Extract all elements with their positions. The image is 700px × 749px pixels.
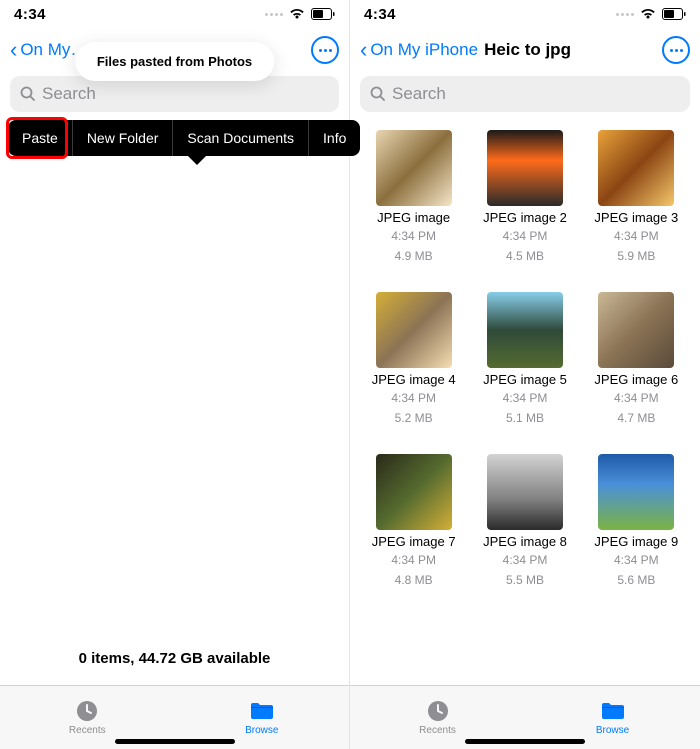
status-time: 4:34: [364, 6, 396, 23]
file-name: JPEG image 7: [372, 534, 456, 549]
file-item[interactable]: JPEG image 4 4:34 PM 5.2 MB: [362, 292, 465, 426]
context-info[interactable]: Info: [309, 120, 360, 156]
context-scan-documents[interactable]: Scan Documents: [173, 120, 309, 156]
file-item[interactable]: JPEG image 8 4:34 PM 5.5 MB: [473, 454, 576, 588]
file-name: JPEG image 9: [594, 534, 678, 549]
home-indicator[interactable]: [465, 739, 585, 744]
file-thumbnail: [376, 130, 452, 206]
file-thumbnail: [487, 292, 563, 368]
chevron-left-icon: ‹: [10, 39, 17, 61]
context-menu-arrow-icon: [188, 156, 206, 165]
tab-label: Browse: [245, 725, 278, 736]
search-input[interactable]: [42, 84, 329, 104]
wifi-icon: [640, 8, 656, 20]
search-input[interactable]: [392, 84, 680, 104]
nav-title: Heic to jpg: [484, 40, 571, 60]
file-size: 5.9 MB: [617, 249, 655, 265]
toast-notification: Files pasted from Photos: [75, 42, 274, 81]
folder-content[interactable]: JPEG image 4:34 PM 4.9 MB JPEG image 2 4:34 …: [350, 120, 700, 685]
context-new-folder[interactable]: New Folder: [73, 120, 174, 156]
back-button[interactable]: ‹ On My iPhone: [360, 39, 478, 61]
status-time: 4:34: [14, 6, 46, 23]
file-size: 5.5 MB: [506, 573, 544, 589]
file-time: 4:34 PM: [503, 553, 548, 569]
file-name: JPEG image 2: [483, 210, 567, 225]
file-item[interactable]: JPEG image 7 4:34 PM 4.8 MB: [362, 454, 465, 588]
file-size: 4.7 MB: [617, 411, 655, 427]
status-bar: 4:34: [350, 0, 700, 28]
file-thumbnail: [376, 454, 452, 530]
file-item[interactable]: JPEG image 3 4:34 PM 5.9 MB: [585, 130, 688, 264]
home-indicator[interactable]: [115, 739, 235, 744]
tab-label: Browse: [596, 725, 629, 736]
context-menu: Paste New Folder Scan Documents Info: [8, 120, 360, 156]
file-time: 4:34 PM: [614, 553, 659, 569]
battery-icon: [662, 8, 686, 20]
file-time: 4:34 PM: [391, 229, 436, 245]
ellipsis-icon: [319, 49, 332, 52]
file-size: 5.6 MB: [617, 573, 655, 589]
back-label: On My iPhone: [370, 40, 478, 60]
file-item[interactable]: JPEG image 4:34 PM 4.9 MB: [362, 130, 465, 264]
file-thumbnail: [487, 454, 563, 530]
battery-icon: [311, 8, 335, 20]
wifi-icon: [289, 8, 305, 20]
status-icons: [616, 8, 686, 20]
file-item[interactable]: JPEG image 5 4:34 PM 5.1 MB: [473, 292, 576, 426]
nav-bar: ‹ On My iPhone Heic to jpg: [350, 28, 700, 72]
file-size: 4.5 MB: [506, 249, 544, 265]
file-name: JPEG image: [377, 210, 450, 225]
status-bar: 4:34: [0, 0, 349, 28]
folder-content-empty[interactable]: 0 items, 44.72 GB available: [0, 120, 349, 685]
file-size: 5.1 MB: [506, 411, 544, 427]
file-item[interactable]: JPEG image 2 4:34 PM 4.5 MB: [473, 130, 576, 264]
file-time: 4:34 PM: [503, 391, 548, 407]
file-time: 4:34 PM: [503, 229, 548, 245]
clock-icon: [75, 699, 99, 723]
file-name: JPEG image 5: [483, 372, 567, 387]
chevron-left-icon: ‹: [360, 39, 367, 61]
file-item[interactable]: JPEG image 6 4:34 PM 4.7 MB: [585, 292, 688, 426]
file-thumbnail: [598, 454, 674, 530]
file-time: 4:34 PM: [391, 391, 436, 407]
file-name: JPEG image 3: [594, 210, 678, 225]
search-icon: [370, 86, 386, 102]
search-icon: [20, 86, 36, 102]
file-name: JPEG image 4: [372, 372, 456, 387]
folder-icon: [249, 699, 275, 723]
more-button[interactable]: [662, 36, 690, 64]
phone-right: 4:34 ‹ On My iPhone Heic to jpg JPEG ima…: [350, 0, 700, 749]
file-time: 4:34 PM: [391, 553, 436, 569]
status-icons: [265, 8, 335, 20]
clock-icon: [426, 699, 450, 723]
file-time: 4:34 PM: [614, 391, 659, 407]
file-size: 4.8 MB: [395, 573, 433, 589]
file-size: 5.2 MB: [395, 411, 433, 427]
file-thumbnail: [598, 130, 674, 206]
file-thumbnail: [376, 292, 452, 368]
tab-label: Recents: [419, 725, 456, 736]
file-item[interactable]: JPEG image 9 4:34 PM 5.6 MB: [585, 454, 688, 588]
file-name: JPEG image 8: [483, 534, 567, 549]
file-thumbnail: [487, 130, 563, 206]
context-paste[interactable]: Paste: [8, 120, 73, 156]
folder-icon: [600, 699, 626, 723]
file-time: 4:34 PM: [614, 229, 659, 245]
storage-status: 0 items, 44.72 GB available: [0, 636, 349, 681]
tab-label: Recents: [69, 725, 106, 736]
ellipsis-icon: [670, 49, 683, 52]
search-bar[interactable]: [10, 76, 339, 112]
file-name: JPEG image 6: [594, 372, 678, 387]
phone-left: 4:34 ‹ On My… Files pasted from Photos P…: [0, 0, 350, 749]
file-size: 4.9 MB: [395, 249, 433, 265]
search-bar[interactable]: [360, 76, 690, 112]
file-grid: JPEG image 4:34 PM 4.9 MB JPEG image 2 4:34 …: [350, 124, 700, 609]
more-button[interactable]: [311, 36, 339, 64]
file-thumbnail: [598, 292, 674, 368]
